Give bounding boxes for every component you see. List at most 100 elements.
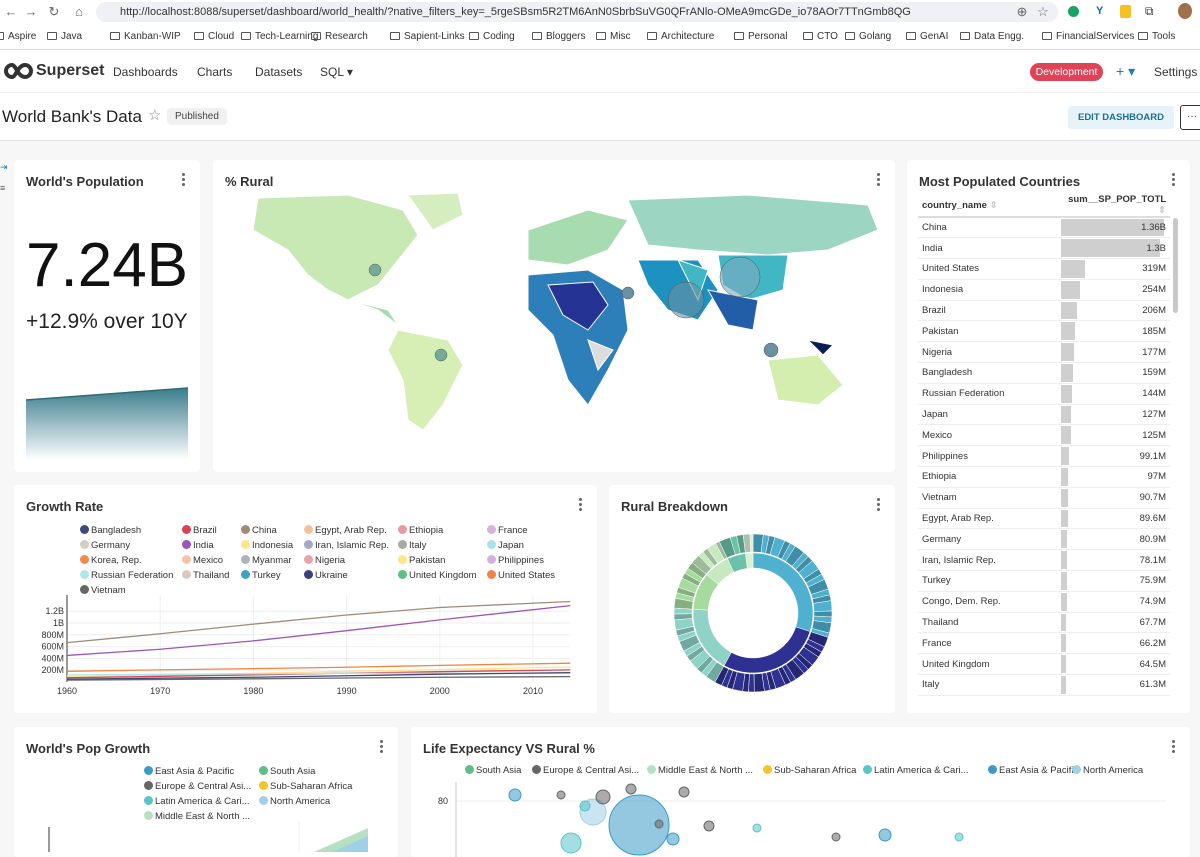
extension-icon[interactable] (1068, 6, 1079, 17)
table-row[interactable]: United Kingdom 64.5M (918, 653, 1170, 676)
extension-icon[interactable] (1120, 5, 1131, 18)
bookmark-genai[interactable]: GenAI (906, 31, 948, 42)
bookmark-golang[interactable]: Golang (845, 31, 891, 42)
plus-menu[interactable]: + ▾ (1116, 63, 1135, 80)
cell-population: 1.36B (1060, 217, 1170, 239)
column-header-country-name[interactable]: country_name ⇕ (918, 194, 1060, 218)
area-chart-plot[interactable] (14, 822, 398, 852)
bookmark-label: GenAI (920, 31, 949, 42)
dashboard-title[interactable]: World Bank's Data (2, 107, 142, 127)
extensions-puzzle-icon[interactable]: ⧉ (1145, 4, 1154, 19)
bubble-chart-plot[interactable]: 80 (411, 727, 1190, 857)
world-choropleth-map[interactable] (228, 190, 888, 440)
cell-population: 64.5M (1060, 653, 1170, 676)
nav-dashboards[interactable]: Dashboards (113, 65, 178, 79)
table-row[interactable]: Japan 127M (918, 404, 1170, 426)
star-bookmark-icon[interactable]: ☆ (1034, 4, 1052, 20)
legend-item[interactable]: Latin America & Cari... (144, 796, 250, 807)
table-row[interactable]: Germany 80.9M (918, 528, 1170, 551)
sort-icon[interactable]: ⇕ (990, 200, 998, 211)
nav-charts[interactable]: Charts (197, 65, 232, 79)
column-header-population[interactable]: sum__SP_POP_TOTL ⇕ (1060, 194, 1170, 218)
table-row[interactable]: Iran, Islamic Rep. 78.1M (918, 549, 1170, 572)
bookmark-misc[interactable]: Misc (596, 31, 631, 42)
chart-menu-icon[interactable] (877, 173, 881, 188)
bookmark-java[interactable]: Java (47, 31, 82, 42)
table-row[interactable]: Thailand 67.7M (918, 612, 1170, 634)
bookmark-aspire[interactable]: Aspire (0, 31, 36, 42)
table-row[interactable]: Mexico 125M (918, 424, 1170, 447)
cell-value: 67.7M (1139, 617, 1166, 629)
sort-icon[interactable]: ⇕ (1158, 205, 1166, 216)
legend-item[interactable]: Europe & Central Asi... (144, 781, 251, 792)
expand-filters-icon[interactable]: ⇥ (0, 162, 8, 173)
chart-menu-icon[interactable] (1172, 173, 1176, 188)
bookmark-tools[interactable]: Tools (1138, 31, 1175, 42)
bookmark-cloud[interactable]: Cloud (194, 31, 234, 42)
extension-icon[interactable]: Y (1096, 5, 1103, 17)
forward-icon[interactable]: → (22, 4, 40, 19)
table-row[interactable]: Ethiopia 97M (918, 466, 1170, 488)
superset-logo-icon[interactable] (3, 62, 35, 80)
table-row[interactable]: France 66.2M (918, 632, 1170, 655)
brand-name[interactable]: Superset (36, 62, 104, 80)
zoom-icon[interactable]: ⊕ (1013, 4, 1031, 20)
folder-icon (960, 32, 970, 40)
folder-icon (110, 32, 120, 40)
legend-item[interactable]: South Asia (259, 766, 315, 777)
bookmark-data-engg-[interactable]: Data Engg. (960, 31, 1024, 42)
address-bar[interactable]: http://localhost:8088/superset/dashboard… (96, 2, 1058, 22)
bookmark-kanban-wip[interactable]: Kanban-WIP (110, 31, 181, 42)
chart-worlds-pop-growth: World's Pop Growth East Asia & Pacific So… (14, 727, 398, 857)
bookmark-cto[interactable]: CTO (803, 31, 838, 42)
table-row[interactable]: Russian Federation 144M (918, 383, 1170, 405)
more-options-button[interactable]: ··· (1180, 105, 1200, 130)
legend-item[interactable]: North America (259, 796, 330, 807)
bookmark-architecture[interactable]: Architecture (647, 31, 714, 42)
nav-sql[interactable]: SQL ▾ (320, 65, 353, 79)
chart-menu-icon[interactable] (182, 173, 186, 188)
table-row[interactable]: Italy 61.3M (918, 674, 1170, 696)
nav-datasets[interactable]: Datasets (255, 65, 302, 79)
table-row[interactable]: India 1.3B (918, 237, 1170, 260)
sunburst-chart[interactable] (609, 485, 895, 713)
table-scrollbar[interactable] (1173, 218, 1178, 313)
legend-item[interactable]: Sub-Saharan Africa (259, 781, 352, 792)
edit-dashboard-button[interactable]: EDIT DASHBOARD (1068, 106, 1174, 129)
favorite-star-icon[interactable]: ☆ (148, 106, 161, 124)
legend-item[interactable]: East Asia & Pacific (144, 766, 234, 777)
table-row[interactable]: Egypt, Arab Rep. 89.6M (918, 508, 1170, 530)
cell-country: United Kingdom (918, 653, 1060, 676)
table-row[interactable]: China 1.36B (918, 217, 1170, 239)
bookmark-sapient-links[interactable]: Sapient-Links (390, 31, 465, 42)
table-row[interactable]: Nigeria 177M (918, 341, 1170, 364)
table-row[interactable]: Pakistan 185M (918, 320, 1170, 343)
line-chart-plot[interactable]: 200M 400M600M 800M 1B 1.2B 1960 1970 1980 1990 20… (14, 485, 597, 713)
bookmark-coding[interactable]: Coding (469, 31, 515, 42)
table-row[interactable]: Vietnam 90.7M (918, 487, 1170, 509)
table-row[interactable]: Congo, Dem. Rep. 74.9M (918, 591, 1170, 613)
legend-item[interactable]: Middle East & North ... (144, 811, 250, 822)
chart-menu-icon[interactable] (380, 740, 384, 755)
big-number-value: 7.24B (26, 231, 189, 300)
bookmark-research[interactable]: Research (311, 31, 368, 42)
bookmark-personal[interactable]: Personal (734, 31, 787, 42)
legend-label: Sub-Saharan Africa (270, 781, 353, 792)
reload-icon[interactable]: ↻ (45, 4, 63, 20)
bookmark-bloggers[interactable]: Bloggers (532, 31, 585, 42)
settings-menu[interactable]: Settings (1154, 65, 1197, 79)
cell-country: Italy (918, 674, 1060, 696)
table-row[interactable]: Philippines 99.1M (918, 445, 1170, 468)
status-badge[interactable]: Published (167, 108, 227, 125)
table-row[interactable]: Turkey 75.9M (918, 570, 1170, 592)
filter-icon[interactable]: ≡ (0, 183, 5, 193)
table-row[interactable]: United States 319M (918, 258, 1170, 280)
table-row[interactable]: Bangladesh 159M (918, 362, 1170, 384)
bookmark-financialservices[interactable]: FinancialServices (1042, 31, 1134, 42)
profile-avatar[interactable] (1178, 3, 1192, 19)
back-icon[interactable]: ← (2, 4, 20, 19)
bookmark-tech-learning[interactable]: Tech-Learning (241, 31, 318, 42)
table-row[interactable]: Indonesia 254M (918, 279, 1170, 301)
table-row[interactable]: Brazil 206M (918, 300, 1170, 322)
home-icon[interactable]: ⌂ (70, 4, 88, 19)
